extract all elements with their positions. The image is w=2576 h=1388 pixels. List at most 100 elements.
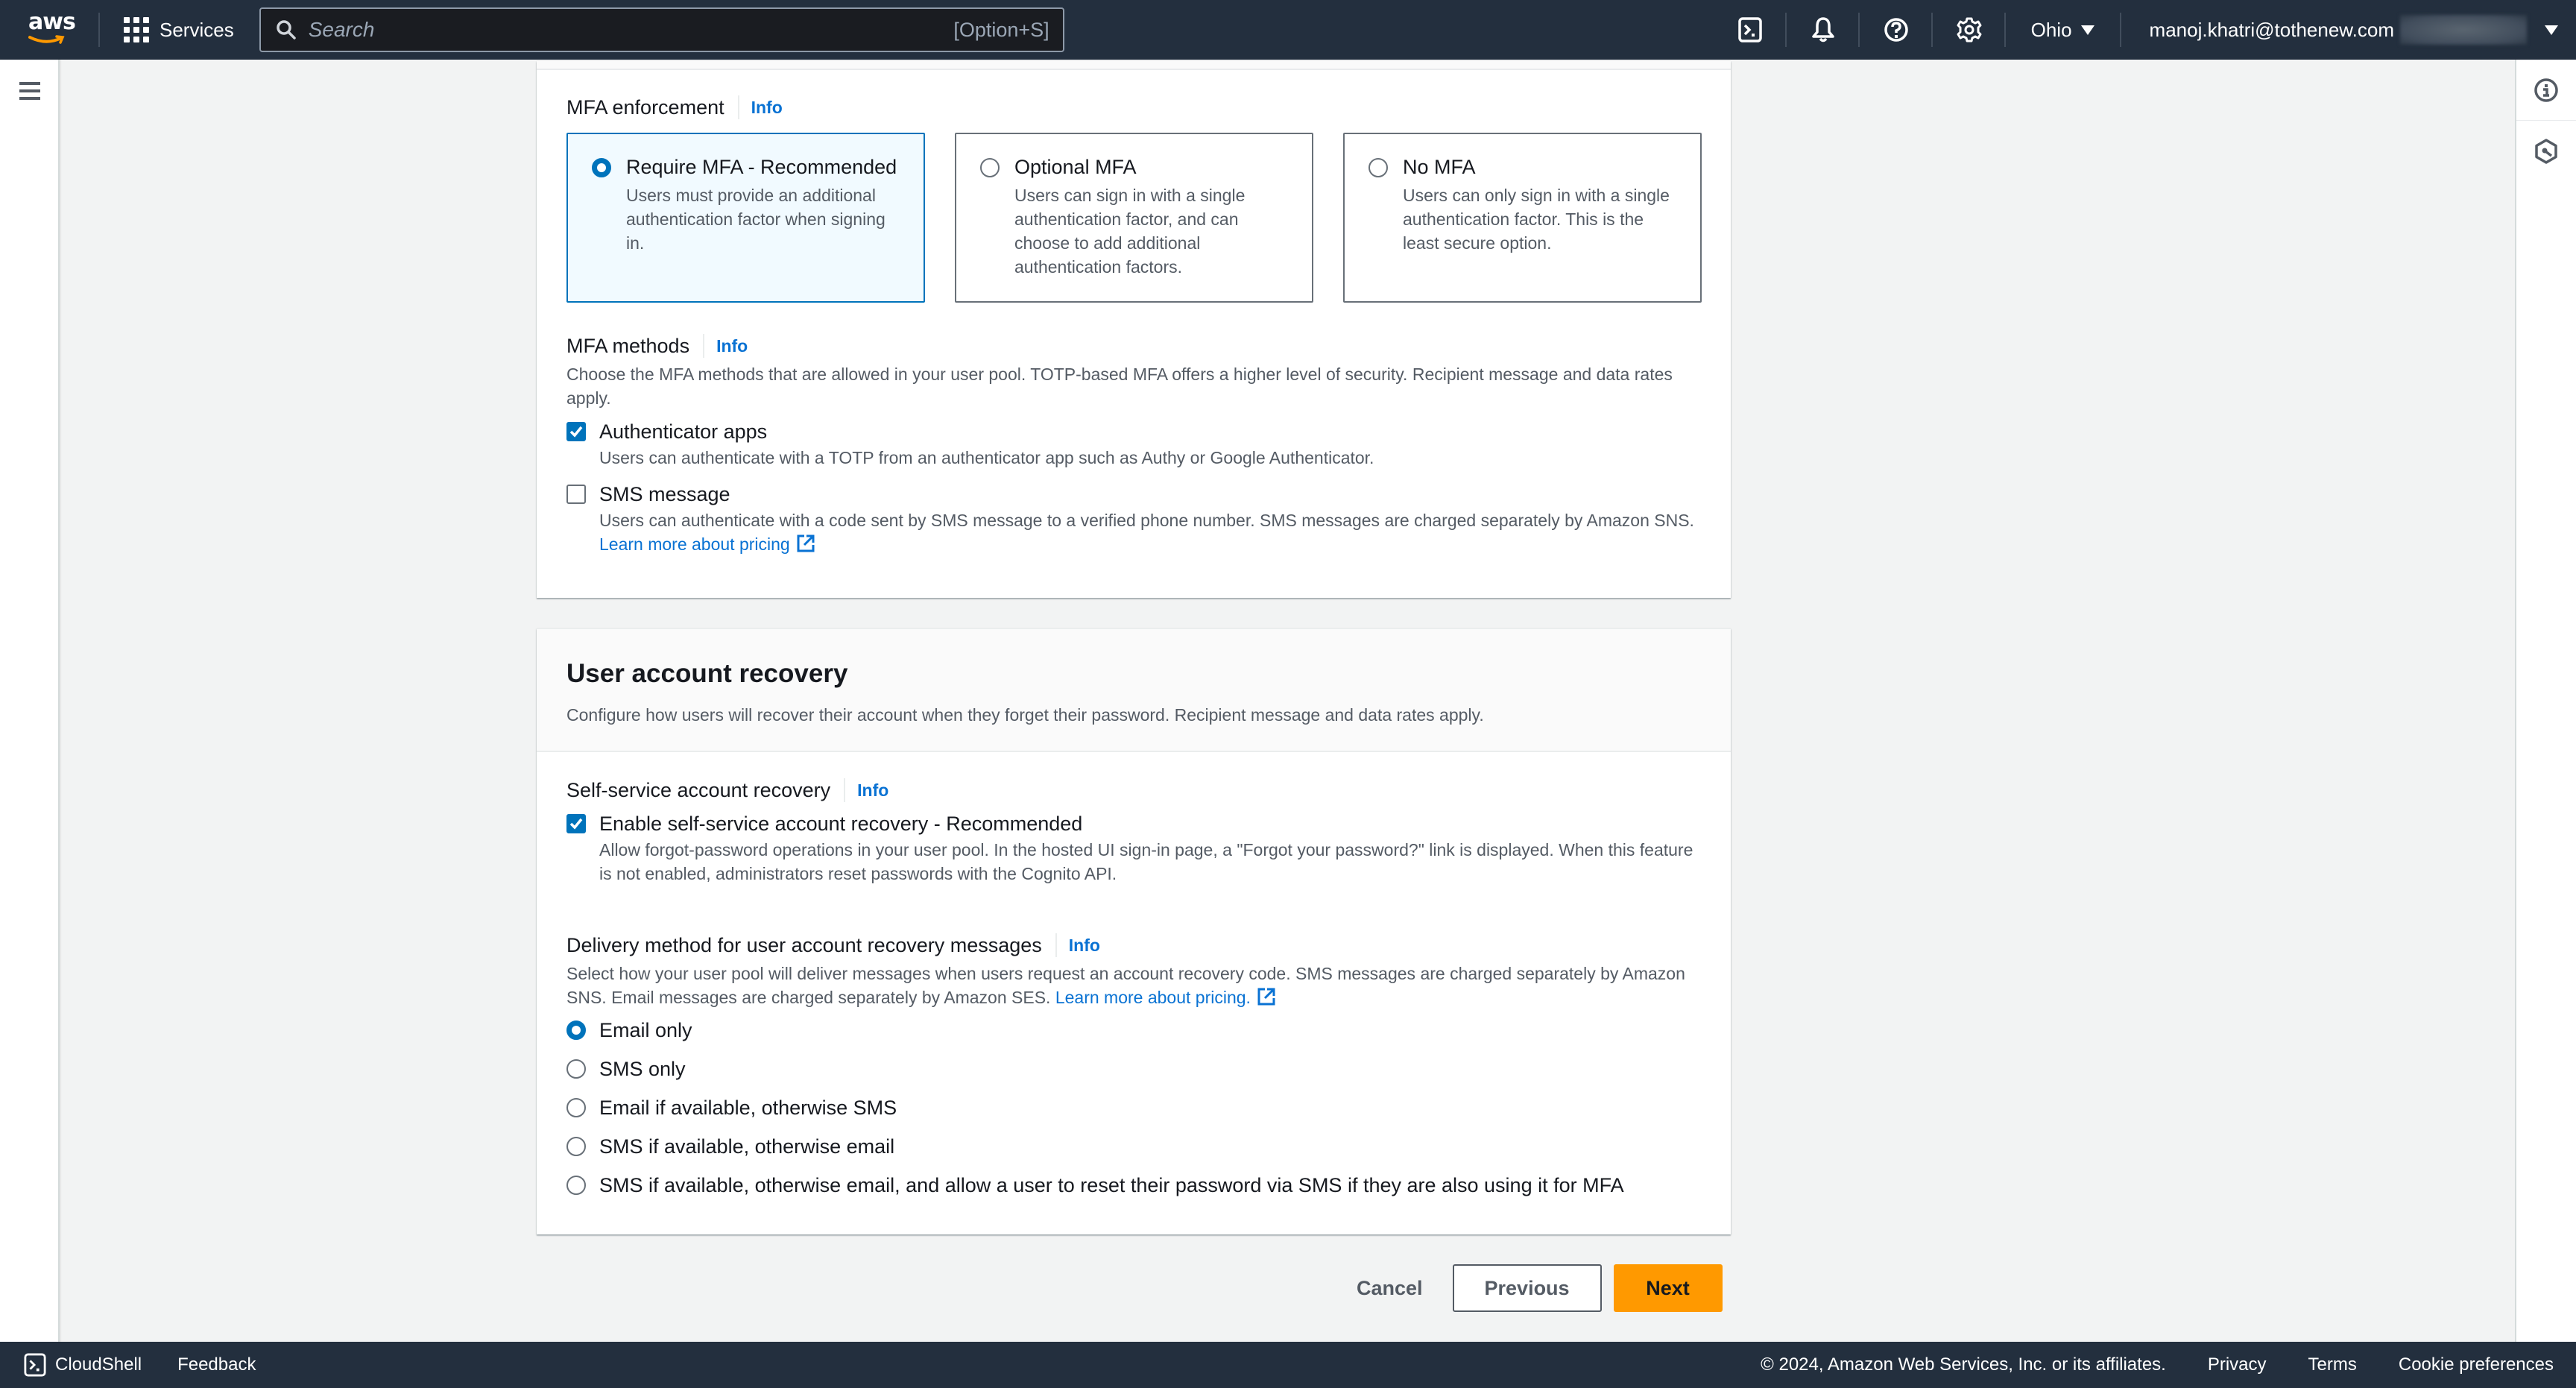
external-link-icon	[797, 534, 815, 552]
tile-optional-mfa[interactable]: Optional MFA Users can sign in with a si…	[955, 133, 1313, 303]
delivery-method-radio-group: Email only SMS only Email if available, …	[566, 1011, 1707, 1205]
option-title: SMS message	[599, 483, 730, 505]
radio-sms-only[interactable]: SMS only	[566, 1050, 1707, 1088]
help-button[interactable]	[1860, 0, 1933, 60]
mfa-methods-section: MFA methods Info Choose the MFA methods …	[566, 334, 1707, 556]
self-service-info-link[interactable]: Info	[857, 780, 888, 801]
cancel-button[interactable]: Cancel	[1327, 1277, 1453, 1300]
caret-down-icon	[2545, 25, 2558, 35]
info-circle-icon	[2534, 78, 2558, 102]
region-selector[interactable]: Ohio	[2006, 0, 2121, 60]
learn-more-pricing-link[interactable]: Learn more about pricing	[599, 534, 790, 554]
services-menu-button[interactable]: Services	[124, 17, 234, 42]
cookie-preferences-link[interactable]: Cookie preferences	[2399, 1354, 2554, 1375]
option-description: Users can authenticate with a code sent …	[599, 511, 1694, 554]
privacy-link[interactable]: Privacy	[2208, 1354, 2267, 1375]
delivery-method-info-link[interactable]: Info	[1069, 936, 1100, 956]
radio-unselected-icon[interactable]	[566, 1176, 586, 1195]
panel-header-strip	[537, 61, 1731, 70]
amazon-q-button[interactable]	[2516, 121, 2576, 182]
user-account-recovery-panel: User account recovery Configure how user…	[537, 628, 1731, 1234]
option-sms-message[interactable]: SMS message Users can authenticate with …	[566, 480, 1707, 556]
option-authenticator-apps[interactable]: Authenticator apps Users can authenticat…	[566, 417, 1707, 470]
checkbox-checked-icon[interactable]	[566, 422, 586, 441]
help-icon	[1884, 18, 1908, 42]
panel-header: User account recovery Configure how user…	[537, 629, 1731, 752]
tile-title: No MFA	[1403, 156, 1476, 178]
region-label: Ohio	[2030, 18, 2072, 41]
mfa-panel: MFA enforcement Info Require MFA - Recom…	[537, 61, 1731, 598]
search-placeholder: Search	[308, 18, 375, 41]
option-description: Users can authenticate with a TOTP from …	[599, 448, 1374, 467]
self-service-label: Self-service account recovery	[566, 778, 831, 801]
aws-smile-icon	[28, 35, 65, 44]
cloudshell-footer-button[interactable]: CloudShell	[24, 1353, 142, 1377]
learn-more-pricing-link[interactable]: Learn more about pricing.	[1055, 988, 1251, 1007]
search-input[interactable]: Search [Option+S]	[259, 7, 1064, 52]
radio-sms-otherwise-email[interactable]: SMS if available, otherwise email	[566, 1127, 1707, 1166]
tile-require-mfa[interactable]: Require MFA - Recommended Users must pro…	[566, 133, 925, 303]
tile-title: Require MFA - Recommended	[626, 156, 897, 178]
cloudshell-label: CloudShell	[55, 1354, 142, 1375]
menu-hamburger-icon[interactable]	[19, 82, 40, 104]
terms-link[interactable]: Terms	[2308, 1354, 2357, 1375]
radio-unselected-icon	[980, 158, 1000, 177]
info-panel-button[interactable]	[2516, 60, 2576, 121]
cloudshell-button[interactable]	[1714, 0, 1787, 60]
cloudshell-icon	[1737, 17, 1762, 42]
caret-down-icon	[2080, 25, 2094, 35]
settings-button[interactable]	[1933, 0, 2006, 60]
radio-unselected-icon[interactable]	[566, 1098, 586, 1117]
tile-description: Users must provide an additional authent…	[626, 186, 886, 253]
radio-selected-icon[interactable]	[566, 1021, 586, 1040]
delivery-method-label-row: Delivery method for user account recover…	[566, 933, 1707, 957]
mfa-enforcement-info-link[interactable]: Info	[751, 98, 783, 118]
mfa-enforcement-label-row: MFA enforcement Info	[566, 95, 783, 119]
mfa-methods-label-row: MFA methods Info	[566, 334, 1707, 358]
services-label: Services	[160, 18, 234, 41]
left-sidebar	[0, 60, 60, 1343]
option-title: Authenticator apps	[599, 420, 768, 443]
checkbox-checked-icon[interactable]	[566, 814, 586, 833]
self-service-section: Self-service account recovery Info Enabl…	[566, 778, 1707, 886]
wizard-actions: Cancel Previous Next	[1327, 1264, 1723, 1312]
redacted-account-info	[2400, 15, 2527, 45]
mfa-enforcement-label: MFA enforcement	[566, 95, 724, 119]
panel-title: User account recovery	[566, 659, 848, 688]
services-grid-icon	[124, 17, 149, 42]
nav-right-group: Ohio manoj.khatri@tothenew.com	[1714, 0, 2576, 60]
previous-button[interactable]: Previous	[1452, 1264, 1602, 1312]
amazon-q-hexagon-icon	[2535, 139, 2557, 164]
option-title: Enable self-service account recovery - R…	[599, 813, 1083, 835]
notifications-bell-icon	[1811, 17, 1834, 42]
tile-no-mfa[interactable]: No MFA Users can only sign in with a sin…	[1343, 133, 1702, 303]
radio-email-otherwise-sms[interactable]: Email if available, otherwise SMS	[566, 1088, 1707, 1127]
radio-sms-otherwise-email-allow-mfa-reset[interactable]: SMS if available, otherwise email, and a…	[566, 1166, 1707, 1205]
account-menu[interactable]: manoj.khatri@tothenew.com	[2121, 15, 2576, 45]
notifications-button[interactable]	[1787, 0, 1860, 60]
right-tools-rail	[2515, 60, 2576, 1343]
copyright-text: © 2024, Amazon Web Services, Inc. or its…	[1761, 1354, 2166, 1375]
cloudshell-icon	[24, 1353, 46, 1377]
nav-divider	[98, 13, 100, 47]
mfa-enforcement-tiles: Require MFA - Recommended Users must pro…	[566, 133, 1702, 303]
option-enable-self-service-recovery[interactable]: Enable self-service account recovery - R…	[566, 810, 1707, 886]
top-navigation-bar: aws Services Search [Option+S] Ohio mano…	[0, 0, 2576, 60]
footer-right-links: © 2024, Amazon Web Services, Inc. or its…	[1761, 1354, 2576, 1375]
aws-logo[interactable]: aws	[27, 11, 76, 48]
next-button[interactable]: Next	[1613, 1264, 1723, 1312]
radio-selected-icon	[592, 158, 611, 177]
feedback-link[interactable]: Feedback	[177, 1354, 256, 1375]
radio-email-only[interactable]: Email only	[566, 1011, 1707, 1050]
radio-unselected-icon[interactable]	[566, 1059, 586, 1079]
checkbox-unchecked-icon[interactable]	[566, 485, 586, 504]
settings-gear-icon	[1957, 17, 1982, 42]
delivery-method-description: Select how your user pool will deliver m…	[566, 964, 1685, 1007]
radio-unselected-icon[interactable]	[566, 1137, 586, 1156]
self-service-label-row: Self-service account recovery Info	[566, 778, 1707, 802]
search-shortcut-hint: [Option+S]	[953, 18, 1049, 41]
account-email: manoj.khatri@tothenew.com	[2149, 18, 2394, 41]
mfa-methods-info-link[interactable]: Info	[716, 336, 748, 356]
mfa-methods-description: Choose the MFA methods that are allowed …	[566, 365, 1673, 408]
tile-description: Users can sign in with a single authenti…	[1014, 186, 1246, 277]
